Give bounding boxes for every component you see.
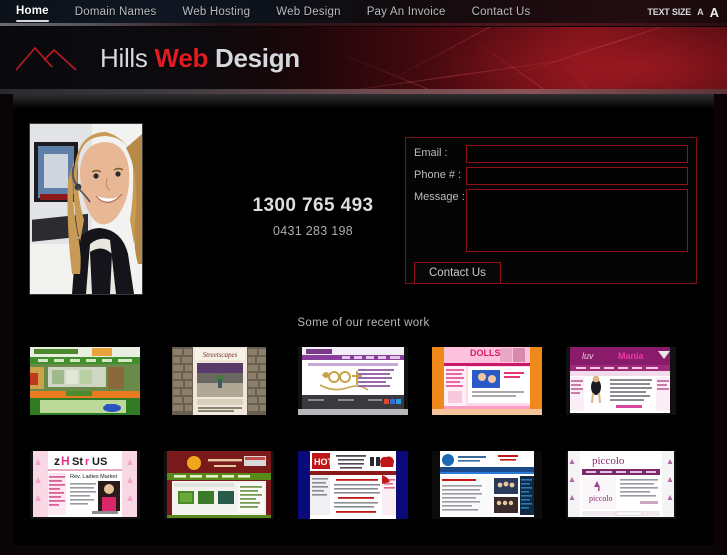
phone-numbers: 1300 765 493 0431 283 198 — [203, 195, 423, 238]
text-size-control: TEXT SIZE A A — [647, 0, 719, 24]
svg-text:piccolo: piccolo — [592, 455, 625, 467]
contact-us-submit-button[interactable]: Contact Us — [414, 262, 501, 284]
message-field[interactable] — [466, 189, 688, 252]
svg-text:r: r — [85, 456, 90, 468]
logo-word-hills: Hills — [100, 42, 148, 73]
svg-text:piccolo: piccolo — [589, 494, 613, 503]
email-field[interactable] — [466, 145, 688, 163]
banner-streak — [499, 27, 727, 80]
top-navigation-bar: Home Domain Names Web Hosting Web Design… — [0, 0, 727, 26]
svg-text:Streetscapes: Streetscapes — [203, 351, 238, 359]
email-label: Email : — [414, 147, 448, 159]
portfolio-thumb-pink-zoha-stars-us-site[interactable]: z H St r US Rev. Ladies Market — [30, 451, 140, 519]
svg-text:St: St — [72, 456, 83, 468]
portfolio-thumb-purple-piccolo-site[interactable]: piccolo piccolo — [566, 451, 676, 519]
portfolio-thumb-magenta-dance-studio-site[interactable]: luv Mania — [566, 347, 676, 415]
phone-primary: 1300 765 493 — [252, 195, 374, 216]
nav-item-web-design[interactable]: Web Design — [263, 0, 353, 24]
text-size-label: TEXT SIZE — [647, 7, 692, 17]
portfolio-heading: Some of our recent work — [297, 317, 430, 329]
logo-word-design: Design — [215, 42, 300, 73]
nav-list: Home Domain Names Web Hosting Web Design… — [12, 0, 543, 24]
portfolio-grid: Streetscapes DOLLS luv Mania z H St r US… — [30, 347, 698, 555]
portfolio-thumb-stone-walled-streetscapes-site[interactable]: Streetscapes — [164, 347, 274, 415]
svg-text:z: z — [54, 454, 60, 468]
message-label: Message : — [414, 191, 465, 203]
phone-secondary: 0431 283 198 — [272, 224, 354, 238]
portfolio-row: z H St r US Rev. Ladies Market HOT picco… — [30, 451, 698, 519]
portfolio-row: Streetscapes DOLLS luv Mania — [30, 347, 698, 415]
svg-text:US: US — [92, 456, 107, 468]
nav-item-contact-us[interactable]: Contact Us — [459, 0, 544, 24]
contact-form: Email : Phone # : Message : Contact Us — [405, 137, 697, 284]
banner-streak — [469, 37, 643, 89]
svg-text:HOT: HOT — [314, 457, 334, 467]
portfolio-thumb-purple-jewellery-site[interactable] — [298, 347, 408, 415]
phone-field[interactable] — [466, 167, 688, 185]
avatar — [29, 123, 143, 295]
message-row: Message : — [414, 189, 688, 252]
portfolio-thumb-dark-red-green-community-site[interactable] — [164, 451, 274, 519]
svg-text:luv: luv — [582, 351, 594, 361]
nav-item-web-hosting[interactable]: Web Hosting — [169, 0, 263, 24]
phone-label: Phone # : — [414, 169, 462, 181]
panel-top-shade — [13, 95, 714, 109]
logo-word-web: Web — [154, 42, 209, 73]
nav-item-home-label: Home — [16, 5, 49, 17]
svg-text:Rev. Ladies Market: Rev. Ladies Market — [70, 474, 117, 480]
main-content-panel: 1300 765 493 0431 283 198 Email : Phone … — [13, 94, 714, 545]
nav-item-home[interactable]: Home — [12, 0, 62, 25]
portfolio-thumb-orange-pink-kids-dolls-site[interactable]: DOLLS — [432, 347, 542, 415]
text-size-small-button[interactable]: A — [697, 7, 704, 17]
banner-streak — [559, 57, 675, 89]
banner-streak — [299, 55, 598, 89]
hills-mountain-icon — [15, 46, 77, 71]
portfolio-thumb-white-blue-news-site[interactable] — [432, 451, 542, 519]
email-row: Email : — [414, 145, 688, 163]
text-size-large-button[interactable]: A — [710, 5, 719, 20]
svg-text:DOLLS: DOLLS — [470, 348, 501, 358]
svg-text:Mania: Mania — [618, 351, 645, 361]
portfolio-thumb-green-garden-nursery-site[interactable] — [30, 347, 140, 415]
svg-text:H: H — [61, 454, 70, 468]
phone-row: Phone # : — [414, 167, 688, 185]
portfolio-thumb-blue-bordered-club-site[interactable]: HOT — [298, 451, 408, 519]
site-logo[interactable]: Hills Web Design — [14, 27, 300, 89]
site-logo-text: Hills Web Design — [100, 43, 300, 74]
nav-item-domain-names[interactable]: Domain Names — [62, 0, 170, 24]
nav-item-pay-an-invoice[interactable]: Pay An Invoice — [354, 0, 459, 24]
